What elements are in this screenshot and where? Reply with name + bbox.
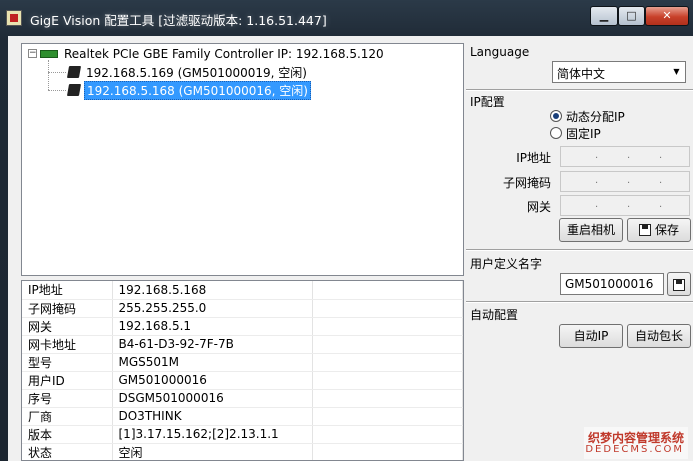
tree-connector: [48, 60, 49, 90]
property-value: MGS501M: [112, 353, 313, 372]
property-value: 空闲: [112, 443, 313, 460]
auto-config-title: 自动配置: [470, 308, 519, 322]
property-row: 厂商 DO3THINK: [22, 407, 463, 426]
camera-icon: [66, 66, 82, 78]
property-row: 序号 DSGM501000016: [22, 389, 463, 408]
language-title: Language: [470, 45, 530, 59]
divider: [466, 301, 693, 303]
radio-static-label[interactable]: 固定IP: [566, 125, 601, 142]
property-spacer: [312, 425, 463, 444]
tree-expander-icon[interactable]: −: [28, 49, 37, 58]
property-key: 状态: [22, 443, 113, 460]
property-key: 序号: [22, 389, 113, 408]
config-panel: Language 简体中文 ▼ IP配置 动态分配IP 固定IP IP地址 . …: [466, 36, 693, 461]
radio-dhcp-label[interactable]: 动态分配IP: [566, 108, 625, 125]
save-ip-label: 保存: [654, 223, 679, 237]
property-key: 网关: [22, 317, 113, 336]
save-ip-button[interactable]: 保存: [627, 218, 691, 242]
app-window: GigE Vision 配置工具 [过滤驱动版本: 1.16.51.447] ▁…: [0, 0, 693, 461]
chevron-down-icon[interactable]: ▼: [668, 62, 685, 82]
property-spacer: [312, 389, 463, 408]
gateway-input[interactable]: . . .: [560, 195, 690, 216]
property-value: B4-61-D3-92-7F-7B: [112, 335, 313, 354]
radio-dhcp[interactable]: [550, 110, 562, 122]
close-button[interactable]: ✕: [645, 6, 689, 26]
gateway-label: 网关: [526, 200, 551, 214]
save-name-button[interactable]: [667, 272, 691, 296]
language-value: 简体中文: [557, 67, 606, 81]
property-key: 厂商: [22, 407, 113, 426]
title-bar[interactable]: GigE Vision 配置工具 [过滤驱动版本: 1.16.51.447] ▁…: [0, 0, 693, 34]
property-spacer: [312, 281, 463, 300]
tree-connector: [48, 90, 66, 91]
property-value: DO3THINK: [112, 407, 313, 426]
property-value: [1]3.17.15.162;[2]2.13.1.1: [112, 425, 313, 444]
property-row: 子网掩码 255.255.255.0: [22, 299, 463, 318]
save-disk-icon: [638, 224, 651, 236]
subnet-mask-label: 子网掩码: [502, 176, 551, 190]
auto-ip-button[interactable]: 自动IP: [559, 324, 623, 348]
watermark-url: DEDECMS.COM: [585, 444, 684, 455]
property-key: 网卡地址: [22, 335, 113, 354]
property-spacer: [312, 443, 463, 460]
property-key: 用户ID: [22, 371, 113, 390]
tree-item-camera-169[interactable]: 192.168.5.169 (GM501000019, 空闲): [86, 64, 307, 81]
tree-item-camera-168[interactable]: 192.168.5.168 (GM501000016, 空闲): [84, 81, 311, 100]
property-key: 子网掩码: [22, 299, 113, 318]
property-spacer: [312, 317, 463, 336]
ip-address-input[interactable]: . . .: [560, 146, 690, 167]
radio-static[interactable]: [550, 127, 562, 139]
device-tree[interactable]: − Realtek PCIe GBE Family Controller IP:…: [21, 43, 464, 276]
property-row: 网卡地址 B4-61-D3-92-7F-7B: [22, 335, 463, 354]
property-spacer: [312, 353, 463, 372]
ip-address-label: IP地址: [516, 151, 551, 165]
user-name-title: 用户定义名字: [470, 257, 543, 271]
property-spacer: [312, 335, 463, 354]
divider: [466, 89, 693, 91]
property-value: DSGM501000016: [112, 389, 313, 408]
property-value: GM501000016: [112, 371, 313, 390]
client-area: − Realtek PCIe GBE Family Controller IP:…: [8, 36, 693, 461]
save-disk-icon: [673, 279, 685, 291]
ip-config-title: IP配置: [470, 95, 505, 109]
network-card-icon: [40, 50, 58, 58]
window-title: GigE Vision 配置工具 [过滤驱动版本: 1.16.51.447]: [30, 13, 327, 28]
divider: [466, 249, 693, 251]
property-key: 型号: [22, 353, 113, 372]
property-key: IP地址: [22, 281, 113, 300]
property-value: 255.255.255.0: [112, 299, 313, 318]
property-row: 用户ID GM501000016: [22, 371, 463, 390]
language-select[interactable]: 简体中文 ▼: [552, 61, 686, 83]
auto-packet-size-button[interactable]: 自动包长: [627, 324, 691, 348]
restart-camera-button[interactable]: 重启相机: [559, 218, 623, 242]
property-value: 192.168.5.1: [112, 317, 313, 336]
minimize-button[interactable]: ▁: [590, 6, 618, 26]
property-row: 版本 [1]3.17.15.162;[2]2.13.1.1: [22, 425, 463, 444]
property-row: 网关 192.168.5.1: [22, 317, 463, 336]
tree-connector: [48, 72, 66, 73]
maximize-button[interactable]: □: [618, 6, 645, 26]
property-grid: IP地址 192.168.5.168 子网掩码 255.255.255.0 网关 192.…: [21, 280, 464, 461]
watermark: 织梦内容管理系统 DEDECMS.COM: [584, 427, 688, 459]
app-icon: [6, 10, 22, 26]
property-row: 状态 空闲: [22, 443, 463, 460]
camera-icon: [66, 84, 82, 96]
property-key: 版本: [22, 425, 113, 444]
subnet-mask-input[interactable]: . . .: [560, 171, 690, 192]
property-spacer: [312, 299, 463, 318]
user-name-input[interactable]: GM501000016: [560, 273, 664, 295]
tree-root-item[interactable]: Realtek PCIe GBE Family Controller IP: 1…: [64, 47, 384, 61]
property-row: IP地址 192.168.5.168: [22, 281, 463, 300]
property-row: 型号 MGS501M: [22, 353, 463, 372]
property-value: 192.168.5.168: [112, 281, 313, 300]
property-spacer: [312, 371, 463, 390]
property-spacer: [312, 407, 463, 426]
